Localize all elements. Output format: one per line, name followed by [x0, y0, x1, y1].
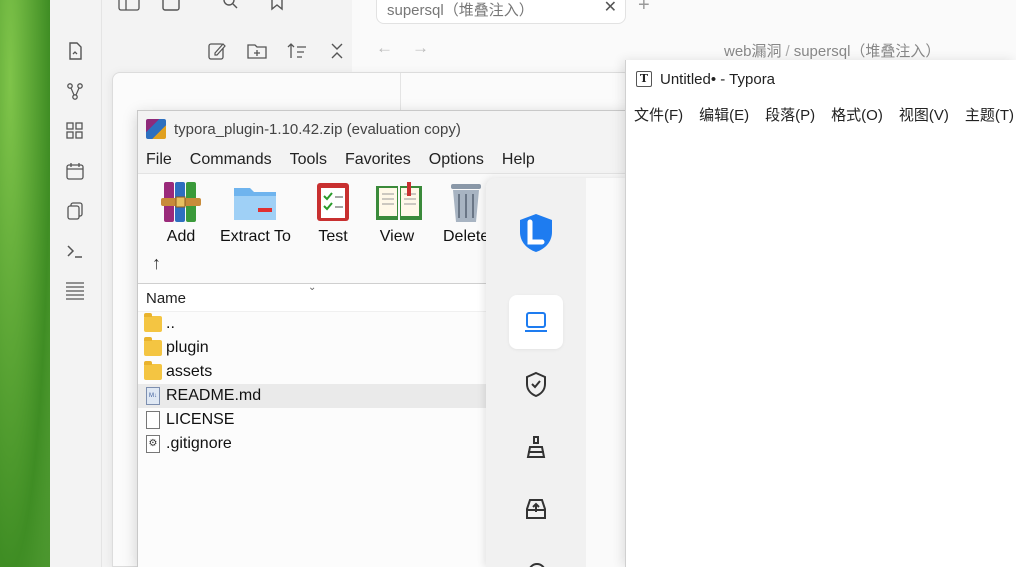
graph-view-icon[interactable]: [64, 80, 86, 102]
test-button[interactable]: Test: [310, 180, 356, 246]
new-note-icon[interactable]: [206, 40, 228, 62]
close-icon[interactable]: ✕: [604, 0, 617, 17]
breadcrumb-separator: /: [785, 43, 790, 60]
tab-title: supersql（堆叠注入）: [387, 2, 534, 19]
menu-tools[interactable]: Tools: [290, 151, 327, 169]
folder-icon: [144, 313, 162, 332]
folder-icon: [144, 361, 162, 380]
winrar-titlebar[interactable]: typora_plugin-1.10.42.zip (evaluation co…: [138, 111, 636, 147]
menu-favorites[interactable]: Favorites: [345, 151, 411, 169]
menu-help[interactable]: Help: [502, 151, 535, 169]
nav-protection-button[interactable]: [509, 357, 563, 411]
forward-arrow-icon[interactable]: →: [412, 38, 429, 58]
bookmark-icon[interactable]: [266, 0, 288, 12]
open-file-icon[interactable]: [64, 40, 86, 62]
config-file-icon: ⚙: [146, 435, 160, 453]
add-button[interactable]: Add: [158, 180, 204, 246]
extract-folder-icon: [232, 180, 278, 224]
breadcrumb-note[interactable]: supersql（堆叠注入）: [794, 43, 941, 60]
up-one-level-icon[interactable]: ↑: [152, 253, 161, 274]
column-name-label: Name: [146, 290, 187, 307]
breadcrumb: web漏洞 / supersql（堆叠注入）: [724, 40, 940, 61]
menu-format[interactable]: 格式(O): [831, 104, 883, 125]
view-book-icon: [374, 180, 422, 224]
window-title: typora_plugin-1.10.42.zip (evaluation co…: [174, 120, 461, 138]
folder-icon[interactable]: [160, 0, 182, 12]
divider: [400, 73, 401, 113]
sidebar-toggle-icon[interactable]: [118, 0, 140, 12]
nav-upload-button[interactable]: [509, 482, 563, 536]
calendar-icon[interactable]: [64, 160, 86, 182]
menu-edit[interactable]: 编辑(E): [699, 104, 749, 125]
desktop-wallpaper: [0, 0, 50, 567]
file-name: plugin: [166, 339, 209, 356]
menu-file[interactable]: File: [146, 151, 172, 169]
view-button[interactable]: View: [374, 180, 422, 246]
folder-icon: [144, 337, 162, 356]
menu-file[interactable]: 文件(F): [634, 104, 683, 125]
file-name: LICENSE: [166, 411, 235, 428]
tab-supersql[interactable]: supersql（堆叠注入） ✕: [376, 0, 626, 24]
menu-view[interactable]: 视图(V): [899, 104, 949, 125]
shield-logo-icon: [516, 212, 556, 259]
new-tab-button[interactable]: +: [638, 0, 650, 17]
terminal-icon[interactable]: [64, 240, 86, 262]
more-icon[interactable]: [526, 558, 548, 567]
document-icon: [146, 411, 160, 429]
typora-editor[interactable]: [626, 130, 1016, 567]
collapse-all-icon[interactable]: [326, 40, 348, 62]
file-name: assets: [166, 363, 213, 380]
menu-theme[interactable]: 主题(T): [965, 104, 1014, 125]
breadcrumb-folder[interactable]: web漏洞: [724, 43, 782, 60]
typora-logo-icon: T: [636, 71, 652, 87]
canvas-icon[interactable]: [64, 120, 86, 142]
menu-paragraph[interactable]: 段落(P): [765, 104, 815, 125]
view-label: View: [379, 228, 415, 245]
add-label: Add: [166, 228, 196, 245]
sort-icon[interactable]: [286, 40, 308, 62]
nav-cleanup-button[interactable]: [509, 420, 563, 474]
tray-upload-icon: [526, 499, 546, 519]
delete-label: Delete: [443, 228, 490, 245]
new-folder-icon[interactable]: [246, 40, 268, 62]
laptop-icon: [525, 312, 547, 332]
test-clipboard-icon: [310, 180, 356, 224]
extract-to-label: Extract To: [220, 228, 291, 245]
typora-window: T Untitled• - Typora 文件(F) 编辑(E) 段落(P) 格…: [625, 60, 1016, 567]
typora-titlebar[interactable]: T Untitled• - Typora: [626, 60, 1016, 98]
security-nav-rail: [486, 178, 586, 567]
search-icon[interactable]: [220, 0, 242, 12]
broom-icon: [526, 436, 546, 458]
menu-commands[interactable]: Commands: [190, 151, 272, 169]
shield-check-icon: [526, 371, 546, 397]
file-name: .gitignore: [166, 435, 232, 452]
nav-device-button[interactable]: [509, 295, 563, 349]
delete-trash-icon: [443, 180, 489, 224]
file-name: ..: [166, 315, 175, 332]
security-app-window: [486, 178, 630, 567]
winrar-logo-icon: [146, 119, 166, 139]
extract-to-button[interactable]: Extract To: [220, 180, 291, 246]
sort-chevron-icon: ⌄: [308, 282, 317, 293]
file-name: README.md: [166, 387, 262, 404]
obsidian-ribbon: [50, 0, 102, 567]
back-arrow-icon[interactable]: ←: [376, 38, 393, 58]
copy-icon[interactable]: [64, 200, 86, 222]
add-icon: [158, 180, 204, 224]
window-title: Untitled• - Typora: [660, 70, 776, 88]
winrar-menubar: File Commands Tools Favorites Options He…: [138, 147, 636, 173]
delete-button[interactable]: Delete: [443, 180, 489, 246]
markdown-file-icon: M↓: [146, 387, 160, 405]
list-icon[interactable]: [64, 280, 86, 302]
menu-options[interactable]: Options: [429, 151, 484, 169]
typora-menubar: 文件(F) 编辑(E) 段落(P) 格式(O) 视图(V) 主题(T): [626, 98, 1016, 130]
security-content: [586, 178, 630, 567]
test-label: Test: [318, 228, 348, 245]
